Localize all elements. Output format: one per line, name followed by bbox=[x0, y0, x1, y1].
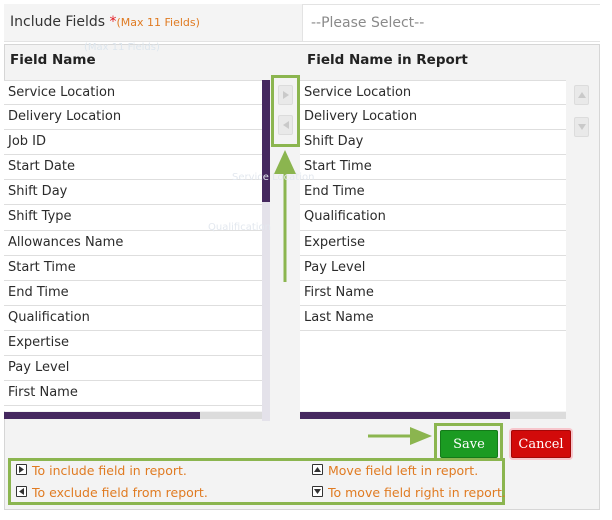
exclude-help-text: To exclude field from report. bbox=[32, 485, 208, 500]
report-fields-list[interactable]: Service Location Delivery Location Shift… bbox=[300, 80, 566, 411]
arrow-left-icon bbox=[19, 488, 24, 495]
faint-ghost-text: Service Location bbox=[232, 172, 315, 183]
arrow-down-icon bbox=[314, 489, 321, 494]
available-fields-list[interactable]: Service Location Delivery Location Job I… bbox=[4, 80, 262, 411]
list-item[interactable]: Expertise bbox=[4, 330, 262, 357]
arrow-left-icon bbox=[283, 121, 289, 129]
arrow-right-icon bbox=[283, 91, 289, 99]
move-left-help-icon bbox=[312, 464, 323, 475]
list-item[interactable]: Shift Day bbox=[4, 180, 262, 206]
list-item[interactable]: Delivery Location bbox=[4, 105, 262, 131]
list-item[interactable]: Service Location bbox=[300, 80, 566, 106]
arrow-down-icon bbox=[578, 124, 586, 130]
list-item[interactable]: First Name bbox=[4, 381, 262, 407]
field-name-heading: Field Name bbox=[10, 52, 96, 68]
list-item[interactable]: Shift Day bbox=[300, 130, 566, 156]
move-right-help-text: To move field right in report. bbox=[328, 485, 506, 500]
move-right-help-icon bbox=[312, 486, 323, 497]
cancel-button[interactable]: Cancel bbox=[511, 430, 571, 458]
include-fields-text: Include Fields bbox=[10, 14, 110, 30]
callout-right-arrow bbox=[368, 427, 432, 445]
list-item[interactable]: Qualification bbox=[4, 305, 262, 331]
save-button[interactable]: Save bbox=[440, 430, 498, 458]
include-field-button[interactable] bbox=[278, 85, 293, 105]
list-item[interactable]: Job ID bbox=[4, 130, 262, 156]
left-list-horizontal-scrollbar[interactable] bbox=[4, 412, 262, 419]
list-item[interactable]: Delivery Location bbox=[300, 105, 566, 131]
arrow-up-icon bbox=[314, 467, 321, 472]
list-item[interactable]: Expertise bbox=[300, 230, 566, 256]
include-help-text: To include field in report. bbox=[32, 463, 187, 478]
include-fields-header: Include Fields *(Max 11 Fields) --Please… bbox=[4, 4, 600, 42]
list-item[interactable]: Pay Level bbox=[4, 356, 262, 382]
list-item[interactable]: Start Date bbox=[4, 155, 262, 181]
right-list-horizontal-scrollbar[interactable] bbox=[300, 412, 566, 419]
callout-up-arrow bbox=[274, 150, 296, 282]
list-item[interactable]: Pay Level bbox=[300, 255, 566, 281]
exclude-field-button[interactable] bbox=[278, 115, 293, 135]
select-placeholder: --Please Select-- bbox=[311, 15, 425, 31]
list-item[interactable]: First Name bbox=[300, 280, 566, 306]
list-item[interactable]: Start Time bbox=[4, 255, 262, 281]
move-left-help-text: Move field left in report. bbox=[328, 463, 479, 478]
list-item[interactable]: Allowances Name bbox=[4, 230, 262, 256]
right-list-hscroll-thumb[interactable] bbox=[300, 412, 510, 419]
max-fields-note: (Max 11 Fields) bbox=[116, 16, 200, 29]
left-list-scroll-thumb[interactable] bbox=[262, 80, 270, 202]
include-help-icon bbox=[16, 464, 27, 475]
left-list-vertical-scrollbar[interactable] bbox=[262, 80, 270, 421]
field-select-dropdown[interactable]: --Please Select-- bbox=[302, 4, 600, 42]
arrow-up-icon bbox=[578, 92, 586, 98]
list-item[interactable]: Start Time bbox=[300, 155, 566, 181]
move-field-down-button[interactable] bbox=[574, 117, 589, 137]
left-list-hscroll-thumb[interactable] bbox=[4, 412, 200, 419]
list-item[interactable]: Qualification bbox=[300, 205, 566, 231]
list-item[interactable]: End Time bbox=[300, 180, 566, 206]
move-field-up-button[interactable] bbox=[574, 85, 589, 105]
include-fields-label: Include Fields *(Max 11 Fields) bbox=[10, 14, 200, 30]
exclude-help-icon bbox=[16, 486, 27, 497]
list-item[interactable]: End Time bbox=[4, 280, 262, 306]
list-item[interactable]: Last Name bbox=[300, 305, 566, 331]
arrow-right-icon bbox=[19, 466, 24, 473]
list-item[interactable]: Service Location bbox=[4, 80, 262, 106]
report-field-heading: Field Name in Report bbox=[307, 52, 468, 68]
faint-ghost-text: Qualification bbox=[208, 222, 271, 233]
